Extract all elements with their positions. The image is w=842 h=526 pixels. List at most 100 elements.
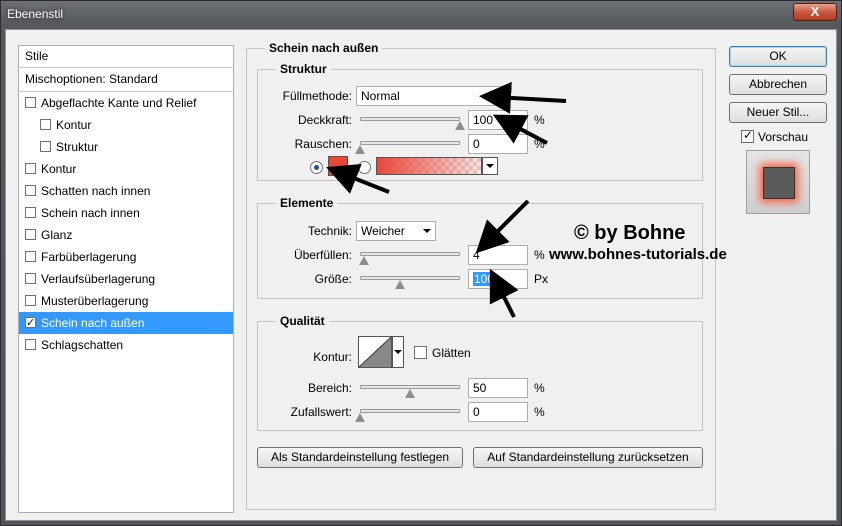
technique-label: Technik: [307, 224, 352, 238]
gradient-dropdown-button[interactable] [482, 157, 498, 175]
dialog-window: Ebenenstil X Stile Mischoptionen: Standa… [0, 0, 842, 526]
jitter-unit: % [534, 405, 545, 419]
style-item-label: Schein nach außen [41, 316, 145, 330]
new-style-button[interactable]: Neuer Stil... [729, 102, 827, 123]
reset-default-button[interactable]: Auf Standardeinstellung zurücksetzen [473, 447, 703, 468]
size-input[interactable]: 100 [468, 269, 528, 289]
style-item[interactable]: Abgeflachte Kante und Relief [19, 92, 233, 114]
gradient-picker[interactable] [376, 157, 482, 175]
style-item[interactable]: Schlagschatten [19, 334, 233, 356]
title-bar[interactable]: Ebenenstil X [1, 1, 842, 29]
range-slider-thumb[interactable] [405, 389, 415, 398]
range-input[interactable]: 50 [468, 378, 528, 398]
style-item-checkbox[interactable] [25, 97, 36, 108]
set-default-button[interactable]: Als Standardeinstellung festlegen [257, 447, 463, 468]
style-item[interactable]: Schatten nach innen [19, 180, 233, 202]
size-slider[interactable] [360, 276, 460, 280]
opacity-label: Deckkraft: [297, 113, 352, 127]
gradient-radio[interactable] [358, 161, 371, 174]
spread-input[interactable]: 4 [468, 245, 528, 265]
chevron-down-icon [423, 229, 431, 233]
size-slider-thumb[interactable] [395, 280, 405, 289]
jitter-label: Zufallswert: [290, 405, 352, 419]
contour-dropdown-button[interactable] [392, 336, 404, 368]
style-item[interactable]: Schein nach innen [19, 202, 233, 224]
range-label: Bereich: [307, 381, 352, 395]
style-item[interactable]: Schein nach außen [19, 312, 233, 334]
fill-method-label: Füllmethode: [282, 89, 352, 103]
opacity-slider[interactable] [360, 117, 460, 121]
struktur-title: Struktur [276, 62, 331, 76]
close-button[interactable]: X [793, 3, 837, 21]
jitter-slider[interactable] [360, 409, 460, 413]
size-value-selected: 100 [473, 272, 496, 286]
chevron-down-icon [394, 350, 402, 354]
spread-slider[interactable] [360, 252, 460, 256]
style-item-label: Schlagschatten [41, 338, 124, 352]
style-item-label: Schein nach innen [41, 206, 140, 220]
style-item-checkbox[interactable] [40, 141, 51, 152]
range-unit: % [534, 381, 545, 395]
jitter-input[interactable]: 0 [468, 402, 528, 422]
contour-preview-icon [358, 336, 392, 368]
spread-slider-thumb[interactable] [359, 256, 369, 265]
outer-glow-title: Schein nach außen [265, 41, 383, 55]
qualitaet-title: Qualität [276, 314, 329, 328]
preview-checkbox[interactable] [741, 128, 754, 143]
preview-label: Vorschau [758, 130, 809, 144]
noise-input[interactable]: 0 [468, 134, 528, 154]
noise-slider-thumb[interactable] [355, 145, 365, 154]
noise-unit: % [534, 137, 545, 151]
style-item-label: Musterüberlagerung [41, 294, 149, 308]
opacity-input[interactable]: 100 [468, 110, 528, 130]
style-item-checkbox[interactable] [25, 312, 36, 334]
solid-color-radio[interactable] [310, 161, 323, 174]
opacity-slider-thumb[interactable] [455, 121, 465, 130]
ok-button[interactable]: OK [729, 46, 827, 67]
fill-method-select[interactable]: Normal [356, 86, 508, 106]
style-item-label: Abgeflachte Kante und Relief [41, 96, 197, 110]
contour-picker[interactable] [358, 336, 392, 368]
jitter-slider-thumb[interactable] [355, 413, 365, 422]
style-item-checkbox[interactable] [25, 339, 36, 350]
glow-color-swatch[interactable] [328, 156, 348, 176]
cancel-button[interactable]: Abbrechen [729, 74, 827, 95]
technique-select[interactable]: Weicher [356, 221, 436, 241]
outer-glow-group: Schein nach außen Struktur Füllmethode: … [246, 41, 716, 510]
style-item-checkbox[interactable] [25, 295, 36, 306]
preview-thumbnail [746, 150, 810, 214]
style-item[interactable]: Kontur [19, 114, 233, 136]
blending-options-item[interactable]: Mischoptionen: Standard [19, 68, 233, 92]
style-item[interactable]: Struktur [19, 136, 233, 158]
dialog-body: Stile Mischoptionen: Standard Abgeflacht… [5, 29, 837, 521]
style-item-checkbox[interactable] [25, 185, 36, 196]
style-item[interactable]: Glanz [19, 224, 233, 246]
style-item[interactable]: Farbüberlagerung [19, 246, 233, 268]
preview-layer [763, 167, 795, 199]
watermark-url: www.bohnes-tutorials.de [549, 246, 727, 263]
style-item-checkbox[interactable] [25, 251, 36, 262]
style-item-checkbox[interactable] [25, 163, 36, 174]
style-item-checkbox[interactable] [25, 229, 36, 240]
style-item-label: Glanz [41, 228, 73, 242]
noise-label: Rauschen: [294, 137, 352, 151]
size-label: Größe: [314, 272, 352, 286]
spread-label: Überfüllen: [293, 248, 352, 262]
style-item[interactable]: Musterüberlagerung [19, 290, 233, 312]
style-item-label: Verlaufsüberlagerung [41, 272, 156, 286]
elemente-title: Elemente [276, 196, 338, 210]
style-item[interactable]: Verlaufsüberlagerung [19, 268, 233, 290]
watermark-copyright: © by Bohne [574, 222, 686, 244]
styles-header[interactable]: Stile [19, 46, 233, 68]
style-item[interactable]: Kontur [19, 158, 233, 180]
style-item-checkbox[interactable] [25, 207, 36, 218]
size-unit: Px [534, 272, 549, 286]
noise-slider[interactable] [360, 141, 460, 145]
style-item-checkbox[interactable] [40, 119, 51, 130]
spread-unit: % [534, 248, 545, 262]
style-item-checkbox[interactable] [25, 273, 36, 284]
opacity-unit: % [534, 113, 545, 127]
chevron-down-icon [486, 164, 494, 168]
window-title: Ebenenstil [7, 7, 64, 21]
antialias-checkbox[interactable] [414, 346, 427, 359]
